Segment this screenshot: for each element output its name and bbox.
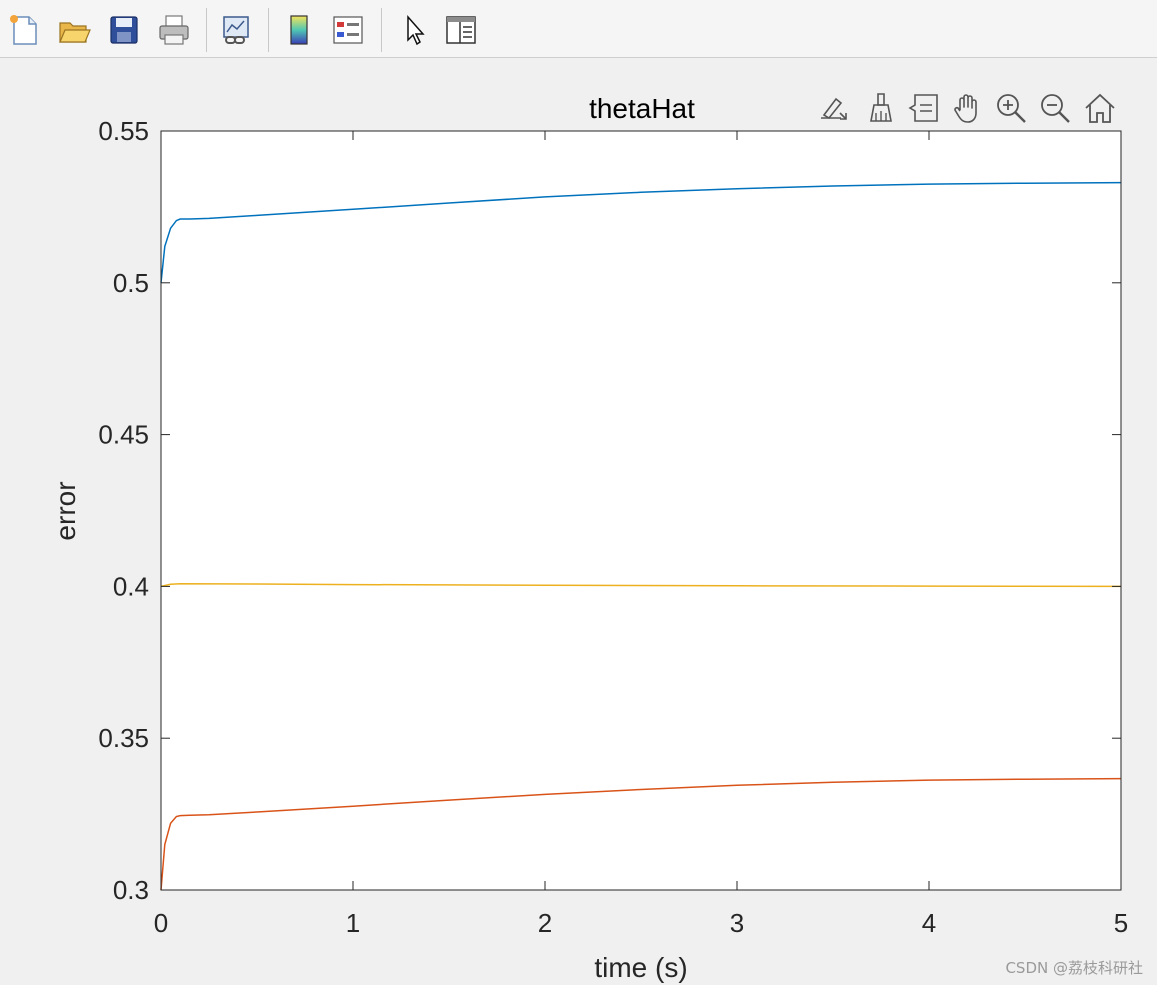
y-tick-label: 0.5 xyxy=(113,268,149,298)
y-tick-label: 0.45 xyxy=(98,420,149,450)
x-tick-label: 3 xyxy=(730,908,744,938)
pan-hand-icon[interactable] xyxy=(949,88,987,128)
y-tick-label: 0.55 xyxy=(98,116,149,146)
x-tick-label: 0 xyxy=(154,908,168,938)
y-tick-label: 0.3 xyxy=(113,875,149,905)
y-tick-label: 0.35 xyxy=(98,723,149,753)
brush-export-icon[interactable] xyxy=(814,88,852,128)
x-tick-label: 1 xyxy=(346,908,360,938)
x-axis-label: time (s) xyxy=(594,952,687,983)
zoom-out-icon[interactable] xyxy=(1036,88,1074,128)
x-tick-label: 2 xyxy=(538,908,552,938)
watermark-text: CSDN @荔枝科研社 xyxy=(1005,959,1143,977)
restore-view-home-icon[interactable] xyxy=(1081,88,1119,128)
zoom-in-icon[interactable] xyxy=(992,88,1030,128)
x-tick-label: 5 xyxy=(1114,908,1128,938)
y-tick-label: 0.4 xyxy=(113,571,149,601)
x-tick-label: 4 xyxy=(922,908,936,938)
y-axis-label: error xyxy=(50,481,81,540)
data-tips-icon[interactable] xyxy=(905,88,943,128)
axes-background xyxy=(161,131,1121,890)
chart: 0 1 2 3 4 5 0.3 0.35 0.4 0.45 0.5 0.55 thetaHat tim… xyxy=(50,93,1128,983)
brush-icon[interactable] xyxy=(862,88,900,128)
chart-title: thetaHat xyxy=(589,93,695,124)
